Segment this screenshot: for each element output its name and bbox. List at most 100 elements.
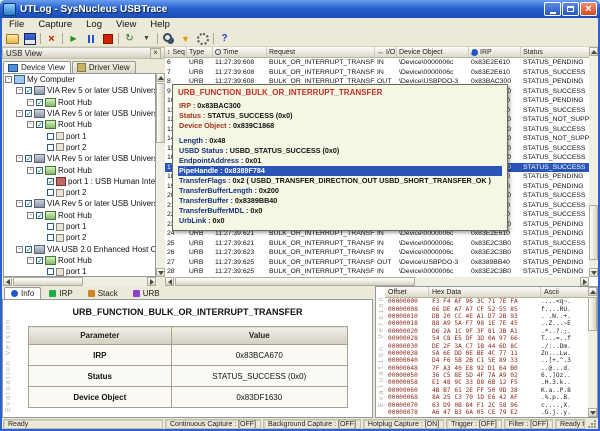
resize-grip[interactable] — [587, 419, 597, 429]
log-row-6[interactable]: 6URB11:27:39:608BULK_OR_INTERRUPT_TRANSF… — [165, 58, 589, 68]
hex-row-00000068[interactable]: 000000688A 25 C3 70 1D E6 42 AF.%.p..B. — [385, 394, 588, 401]
tree-item-port-2[interactable]: port 2 — [4, 232, 155, 243]
log-row-7[interactable]: 7URB11:27:39:608BULK_OR_INTERRUPT_TRANSF… — [165, 68, 589, 78]
scroll-up-button[interactable] — [156, 73, 165, 82]
menu-item-capture[interactable]: Capture — [31, 19, 79, 30]
hex-row-00000070[interactable]: 0000007063 D9 0B 84 F1 2C 58 96c....,X. — [385, 401, 588, 408]
column-header-device-object[interactable]: Device Object — [397, 47, 469, 58]
scroll-right-button[interactable] — [580, 277, 589, 286]
scroll-left-button[interactable] — [165, 277, 174, 286]
hex-column-hex-data[interactable]: Hex Data — [429, 287, 541, 298]
expand-toggle-icon[interactable]: - — [5, 76, 12, 83]
tab-irp[interactable]: IRP — [42, 287, 79, 299]
log-row-25[interactable]: 25URB11:27:39:621BULK_OR_INTERRUPT_TRANS… — [165, 239, 589, 249]
scroll-thumb[interactable] — [588, 297, 597, 331]
tree-checkbox[interactable] — [36, 257, 43, 264]
close-button[interactable] — [580, 2, 597, 16]
column-header-status[interactable]: Status — [521, 47, 589, 58]
scroll-left-button[interactable] — [3, 277, 12, 286]
scroll-down-button[interactable] — [156, 268, 165, 277]
tree-item-root-hub[interactable]: -Root Hub — [4, 164, 155, 175]
tree-checkbox[interactable] — [36, 167, 43, 174]
expand-toggle-icon[interactable]: - — [27, 167, 34, 174]
tree-checkbox[interactable] — [47, 133, 54, 140]
hex-vertical-scrollbar[interactable] — [588, 287, 597, 417]
hex-row-00000018[interactable]: 00000018B8 A9 5A F7 98 1E 7E 45..Z...~E — [385, 320, 588, 327]
hex-row-00000078[interactable]: 00000078A6 47 B3 6A 05 CE 79 E2.G.j..y. — [385, 409, 588, 416]
start-capture-button[interactable] — [65, 32, 82, 46]
tree-checkbox[interactable] — [36, 121, 43, 128]
tree-checkbox[interactable] — [25, 246, 32, 253]
tree-item-via-usb-2-0-enhanced-host-controller[interactable]: -VIA USB 2.0 Enhanced Host Controller — [4, 243, 155, 254]
tree-checkbox[interactable] — [25, 155, 32, 162]
hex-row-00000030[interactable]: 00000030DE 2F 3A C7 1B 44 6D 8C./:..Dm. — [385, 342, 588, 349]
autoscroll-button[interactable] — [138, 32, 155, 46]
hex-row-00000020[interactable]: 00000020D6 2A 1C 9F 3F 81 3B A1.*..?.;. — [385, 328, 588, 335]
log-row-27[interactable]: 27URB11:27:39:625BULK_OR_INTERRUPT_TRANS… — [165, 258, 589, 268]
table-vertical-scrollbar[interactable] — [589, 47, 598, 277]
hex-row-00000010[interactable]: 00000010DB 20 CC 4E A1 D7 2B 93. .N..+. — [385, 313, 588, 320]
log-row-26[interactable]: 26URB11:27:39:623BULK_OR_INTERRUPT_TRANS… — [165, 248, 589, 258]
scroll-thumb[interactable] — [589, 205, 598, 260]
menu-item-help[interactable]: Help — [143, 19, 177, 30]
filter-button[interactable] — [177, 32, 194, 46]
expand-toggle-icon[interactable]: - — [27, 121, 34, 128]
scroll-up-button[interactable] — [589, 47, 598, 56]
clear-log-button[interactable] — [43, 32, 60, 46]
hex-row-00000050[interactable]: 0000005036 C5 8E 5D 4F 7A A9 026..]Oz.. — [385, 372, 588, 379]
expand-toggle-icon[interactable]: - — [16, 200, 23, 207]
hex-row-00000008[interactable]: 0000000866 DE A7 A7 CF 52 55 85f....RU. — [385, 305, 588, 312]
tree-vertical-scrollbar[interactable] — [156, 73, 165, 277]
column-header-seq[interactable]: Seq — [165, 47, 187, 58]
scroll-thumb[interactable] — [13, 277, 83, 286]
open-log-button[interactable] — [4, 32, 21, 46]
tree-item-via-rev-5-or-later-usb-universal-host-c[interactable]: -VIA Rev 5 or later USB Universal Host C — [4, 108, 155, 119]
hex-row-00000038[interactable]: 000000385A 6E DD 0E BE 4C 77 11Zn...Lw. — [385, 350, 588, 357]
tree-checkbox[interactable] — [47, 144, 54, 151]
table-horizontal-scrollbar[interactable] — [165, 277, 589, 286]
hex-row-00000060[interactable]: 000000604B B7 61 2E FF 50 9D 38K.a..P.8 — [385, 387, 588, 394]
tab-device-view[interactable]: Device View — [3, 61, 71, 73]
expand-toggle-icon[interactable]: - — [16, 110, 23, 117]
column-header-i-o[interactable]: I/O — [375, 47, 397, 58]
tree-item-via-rev-5-or-later-usb-universal-host-c[interactable]: -VIA Rev 5 or later USB Universal Host C — [4, 153, 155, 164]
hex-row-00000028[interactable]: 0000002854 C8 E5 DF 3D 0A 97 66T...=..f — [385, 335, 588, 342]
tree-item-via-rev-5-or-later-usb-universal-host-c[interactable]: -VIA Rev 5 or later USB Universal Host C — [4, 198, 155, 209]
menu-item-file[interactable]: File — [2, 19, 31, 30]
minimize-button[interactable] — [544, 2, 561, 16]
param-row-irp[interactable]: IRP0x83BCA670 — [28, 345, 347, 366]
settings-button[interactable] — [194, 32, 211, 46]
scroll-down-button[interactable] — [589, 268, 598, 277]
tree-horizontal-scrollbar[interactable] — [3, 277, 156, 286]
expand-toggle-icon[interactable]: - — [27, 257, 34, 264]
param-row-status[interactable]: StatusSTATUS_SUCCESS (0x0) — [28, 366, 347, 387]
tree-item-my-computer[interactable]: -My Computer — [4, 74, 155, 85]
hex-row-00000058[interactable]: 00000058E1 48 9C 33 D8 6B 12 F5.H.3.k.. — [385, 379, 588, 386]
save-log-button[interactable] — [21, 32, 38, 46]
title-bar[interactable]: UTLog - SysNucleus USBTrace — [0, 0, 600, 18]
scroll-right-button[interactable] — [147, 277, 156, 286]
hex-row-00000040[interactable]: 00000040D4 F6 5B 2B C1 5E 89 33..[+.^.3 — [385, 357, 588, 364]
pause-capture-button[interactable] — [82, 32, 99, 46]
column-header-time[interactable]: Time — [213, 47, 267, 58]
tree-item-root-hub[interactable]: -Root Hub — [4, 97, 155, 108]
column-header-irp[interactable]: IRP — [469, 47, 521, 58]
menu-item-view[interactable]: View — [109, 19, 143, 30]
column-header-type[interactable]: Type — [187, 47, 213, 58]
column-header-request[interactable]: Request — [267, 47, 375, 58]
tree-checkbox[interactable] — [25, 110, 32, 117]
help-button[interactable] — [216, 32, 233, 46]
panel-close-icon[interactable] — [150, 48, 161, 59]
hex-column-offset[interactable]: Offset — [385, 287, 429, 298]
expand-toggle-icon[interactable]: - — [16, 155, 23, 162]
tree-item-root-hub[interactable]: -Root Hub — [4, 210, 155, 221]
param-row-device-object[interactable]: Device Object0x83DF1630 — [28, 387, 347, 408]
maximize-button[interactable] — [562, 2, 579, 16]
tree-item-root-hub[interactable]: -Root Hub — [4, 119, 155, 130]
expand-toggle-icon[interactable]: - — [16, 87, 23, 94]
scroll-thumb[interactable] — [175, 277, 415, 286]
tree-item-port-2[interactable]: port 2 — [4, 187, 155, 198]
tree-checkbox[interactable] — [25, 200, 32, 207]
hex-row-00000048[interactable]: 000000487F A3 40 E8 92 D1 64 B0..@...d. — [385, 365, 588, 372]
tree-checkbox[interactable] — [25, 87, 32, 94]
